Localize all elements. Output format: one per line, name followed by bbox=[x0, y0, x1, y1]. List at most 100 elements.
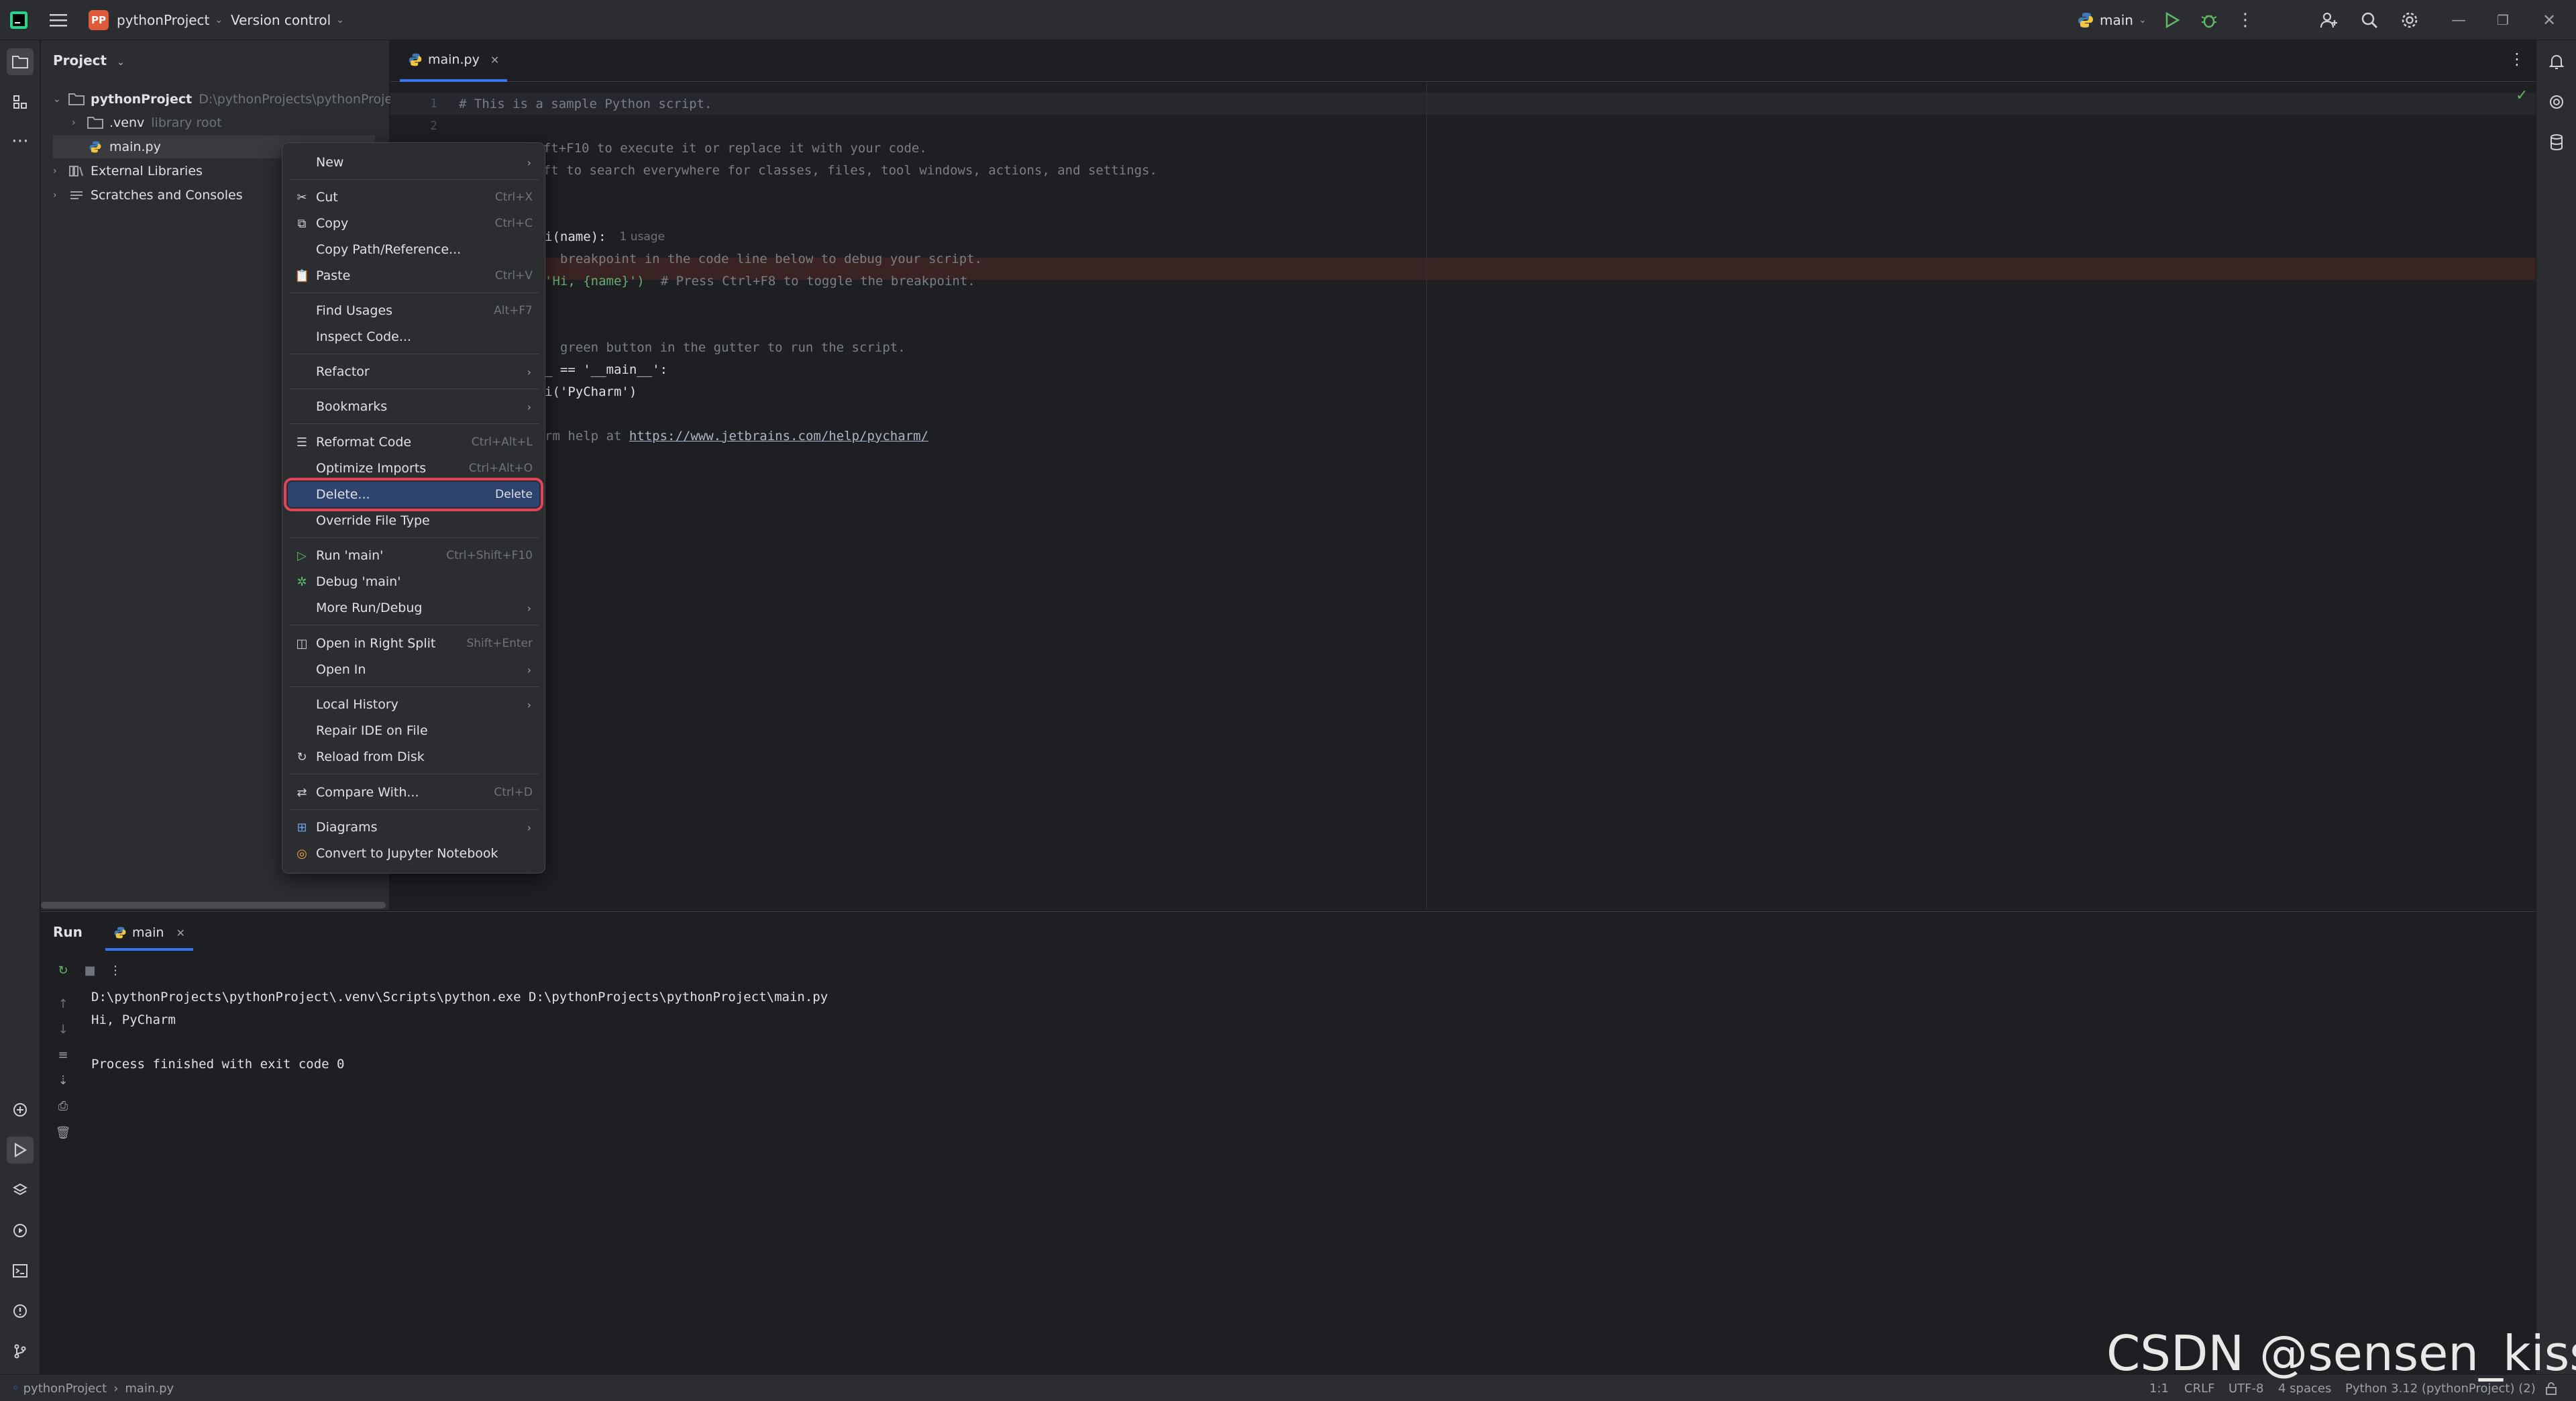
code-line-12[interactable]: green button in the gutter to run the sc… bbox=[545, 336, 906, 358]
menu-item-open-right-split[interactable]: ◫ Open in Right Split Shift+Enter bbox=[288, 631, 539, 656]
menu-item-local-history[interactable]: Local History › bbox=[288, 692, 539, 717]
usage-hint[interactable]: 1 usage bbox=[620, 230, 665, 244]
menu-item-shortcut: Ctrl+V bbox=[494, 269, 533, 282]
app-logo-icon[interactable] bbox=[9, 0, 28, 40]
restore-window-icon[interactable]: ❐ bbox=[2497, 0, 2509, 40]
chevron-right-icon: › bbox=[527, 821, 531, 834]
project-module-icon: ◦ bbox=[12, 1381, 19, 1396]
close-tab-icon[interactable]: ✕ bbox=[176, 927, 184, 939]
layers-icon[interactable] bbox=[7, 1177, 34, 1204]
notifications-bell-icon[interactable] bbox=[2543, 48, 2570, 75]
run-button[interactable] bbox=[2164, 0, 2180, 40]
menu-item-diagrams[interactable]: ⊞ Diagrams › bbox=[288, 815, 539, 840]
run-config-selector[interactable]: main ⌄ bbox=[2077, 0, 2147, 40]
settings-gear-icon[interactable] bbox=[2400, 0, 2419, 40]
tree-item-external-libraries[interactable]: › External Libraries bbox=[53, 160, 203, 183]
code-line-7[interactable]: i(name): 1 usage bbox=[545, 225, 665, 248]
menu-item-reload-from-disk[interactable]: ↻ Reload from Disk bbox=[288, 744, 539, 770]
more-tools-icon[interactable]: ⋯ bbox=[7, 127, 34, 154]
ai-assistant-icon[interactable] bbox=[2543, 89, 2570, 115]
code-line-9[interactable]: 'Hi, {name}') # Press Ctrl+F8 to toggle … bbox=[545, 270, 975, 292]
menu-item-copy-path[interactable]: Copy Path/Reference... bbox=[288, 237, 539, 262]
database-icon[interactable] bbox=[2543, 129, 2570, 156]
tree-item-project-root[interactable]: ⌄ pythonProject D:\pythonProjects\python… bbox=[53, 88, 405, 111]
search-icon[interactable] bbox=[2360, 0, 2379, 40]
code-line-8[interactable]: breakpoint in the code line below to deb… bbox=[545, 248, 982, 270]
line-number: 1 bbox=[430, 97, 437, 111]
debug-button[interactable] bbox=[2200, 0, 2218, 40]
git-branch-icon[interactable] bbox=[7, 1338, 34, 1365]
menu-item-label: Cut bbox=[316, 190, 338, 205]
menu-item-label: Reload from Disk bbox=[316, 749, 425, 764]
vcs-menu[interactable]: Version control ⌄ bbox=[231, 0, 344, 40]
menu-item-cut[interactable]: ✂ Cut Ctrl+X bbox=[288, 185, 539, 210]
tree-item-venv[interactable]: › .venv library root bbox=[72, 111, 222, 134]
help-link[interactable]: https://www.jetbrains.com/help/pycharm/ bbox=[629, 429, 928, 444]
menu-item-inspect-code[interactable]: Inspect Code... bbox=[288, 324, 539, 350]
horizontal-scrollbar[interactable] bbox=[41, 902, 386, 909]
run-tool-icon[interactable] bbox=[7, 1137, 34, 1163]
editor-tab-main-py[interactable]: main.py ✕ bbox=[400, 40, 508, 82]
menu-item-label: Copy Path/Reference... bbox=[316, 242, 462, 257]
close-window-icon[interactable]: ✕ bbox=[2542, 0, 2556, 40]
more-actions-icon[interactable]: ⋮ bbox=[2237, 0, 2254, 40]
code-line-4[interactable]: ble Shift to search everywhere for class… bbox=[459, 159, 1157, 181]
menu-item-debug-main[interactable]: ✲ Debug 'main' bbox=[288, 569, 539, 594]
menu-separator bbox=[289, 686, 539, 687]
terminal-icon[interactable] bbox=[7, 1257, 34, 1284]
minimize-window-icon[interactable]: — bbox=[2451, 0, 2466, 40]
services-icon[interactable] bbox=[7, 1217, 34, 1244]
menu-item-paste[interactable]: 📋 Paste Ctrl+V bbox=[288, 263, 539, 289]
menu-item-label: Debug 'main' bbox=[316, 574, 401, 589]
chevron-right-icon: › bbox=[72, 117, 76, 128]
tab-options-icon[interactable]: ⋮ bbox=[2509, 50, 2525, 68]
code-line-1[interactable]: # This is a sample Python script. bbox=[459, 93, 712, 115]
run-tab-label: main bbox=[132, 925, 164, 940]
structure-icon[interactable] bbox=[7, 89, 34, 115]
print-icon[interactable]: ⎙ bbox=[53, 1096, 73, 1116]
menu-item-delete[interactable]: Delete... Delete bbox=[284, 478, 543, 511]
collaboration-icon[interactable] bbox=[2320, 0, 2339, 40]
scroll-to-end-icon[interactable]: ⇣ bbox=[53, 1070, 73, 1090]
breadcrumb-file[interactable]: main.py bbox=[125, 1382, 174, 1396]
scroll-up-icon[interactable]: ↑ bbox=[53, 994, 73, 1014]
breadcrumb-project[interactable]: pythonProject bbox=[23, 1382, 107, 1396]
python-packages-icon[interactable] bbox=[7, 1096, 34, 1123]
code-line-14[interactable]: i('PyCharm') bbox=[545, 380, 637, 403]
trash-icon[interactable]: 🗑 bbox=[53, 1123, 73, 1143]
menu-item-copy[interactable]: ⧉ Copy Ctrl+C bbox=[288, 211, 539, 236]
soft-wrap-icon[interactable]: ≡ bbox=[53, 1045, 73, 1065]
run-panel-title: Run bbox=[53, 924, 83, 940]
menu-separator bbox=[289, 537, 539, 538]
menu-item-find-usages[interactable]: Find Usages Alt+F7 bbox=[288, 298, 539, 323]
main-menu-icon[interactable] bbox=[50, 0, 67, 40]
menu-item-open-in[interactable]: Open In › bbox=[288, 657, 539, 682]
menu-item-repair-ide[interactable]: Repair IDE on File bbox=[288, 718, 539, 743]
menu-item-refactor[interactable]: Refactor › bbox=[288, 359, 539, 384]
project-panel-header[interactable]: Project ⌄ bbox=[53, 52, 125, 68]
project-folder-icon[interactable] bbox=[7, 48, 34, 75]
run-tab-main[interactable]: main ✕ bbox=[105, 917, 193, 951]
code-line-16[interactable]: rm help at https://www.jetbrains.com/hel… bbox=[545, 425, 928, 447]
menu-item-optimize-imports[interactable]: Optimize Imports Ctrl+Alt+O bbox=[288, 456, 539, 481]
no-problems-check-icon[interactable]: ✓ bbox=[2516, 87, 2528, 104]
diagram-icon: ⊞ bbox=[297, 820, 307, 835]
menu-item-convert-jupyter[interactable]: ◎ Convert to Jupyter Notebook bbox=[288, 841, 539, 866]
menu-item-bookmarks[interactable]: Bookmarks › bbox=[288, 394, 539, 419]
chevron-right-icon: › bbox=[113, 1381, 119, 1396]
stop-icon[interactable]: ■ bbox=[80, 960, 100, 980]
menu-item-new[interactable]: New › bbox=[288, 150, 539, 175]
project-switcher[interactable]: PP pythonProject ⌄ bbox=[89, 0, 223, 40]
code-line-13[interactable]: _ == '__main__': bbox=[545, 358, 667, 380]
menu-item-run-main[interactable]: ▷ Run 'main' Ctrl+Shift+F10 bbox=[288, 543, 539, 568]
rerun-icon[interactable]: ↻ bbox=[53, 960, 73, 980]
tree-item-scratches[interactable]: › Scratches and Consoles bbox=[53, 184, 243, 207]
more-options-icon[interactable]: ⋮ bbox=[105, 960, 125, 980]
menu-item-compare-with[interactable]: ⇄ Compare With... Ctrl+D bbox=[288, 780, 539, 805]
menu-item-reformat-code[interactable]: ☰ Reformat Code Ctrl+Alt+L bbox=[288, 429, 539, 455]
scroll-down-icon[interactable]: ↓ bbox=[53, 1019, 73, 1039]
problems-icon[interactable] bbox=[7, 1298, 34, 1325]
menu-item-override-file-type[interactable]: Override File Type bbox=[288, 508, 539, 533]
menu-item-more-run-debug[interactable]: More Run/Debug › bbox=[288, 595, 539, 621]
close-tab-icon[interactable]: ✕ bbox=[490, 54, 499, 66]
